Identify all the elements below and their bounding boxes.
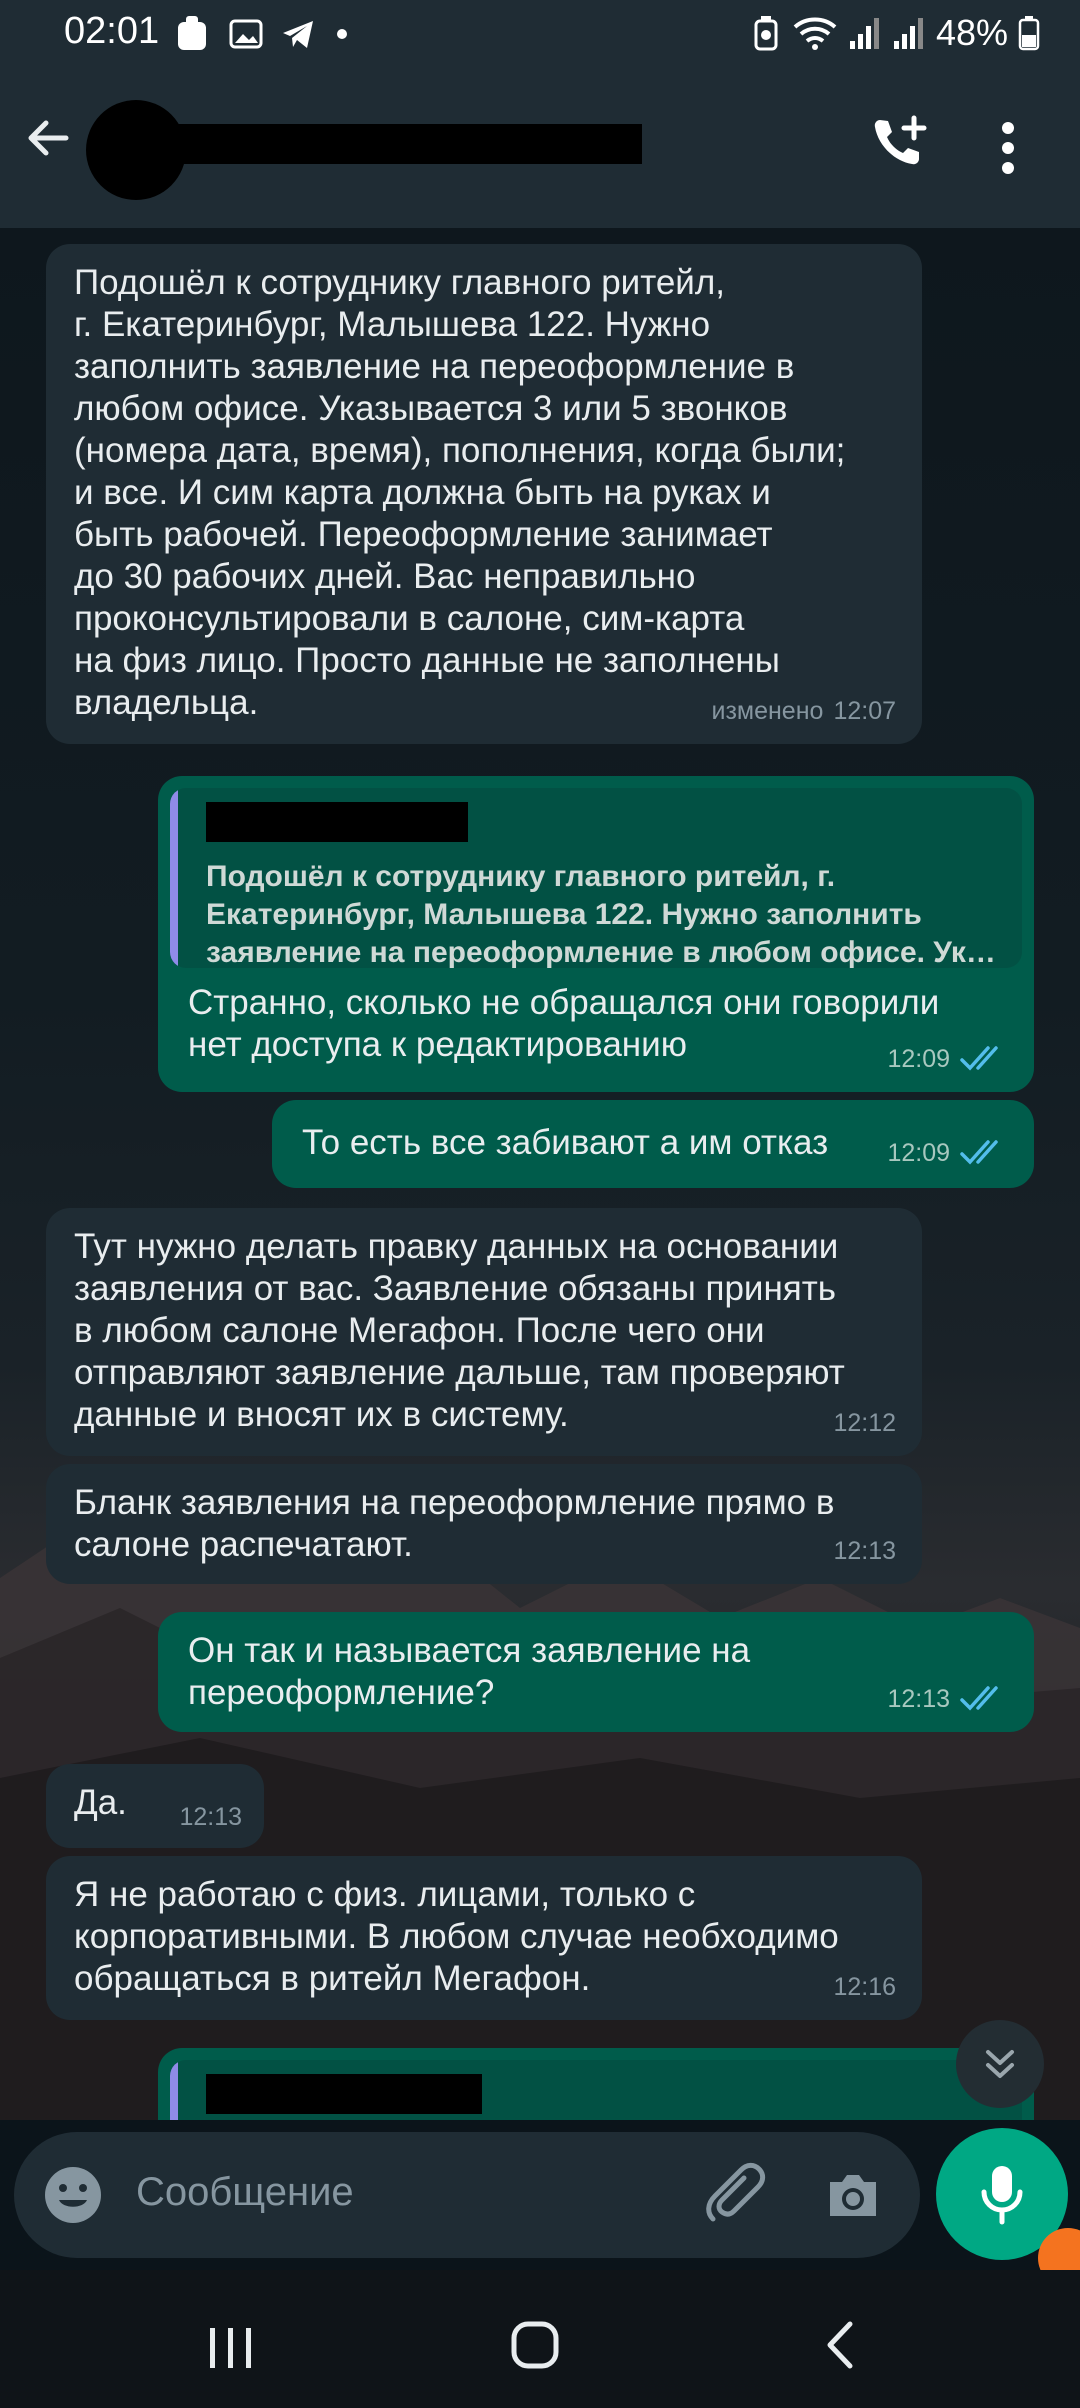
message-incoming[interactable]: Да. 12:13 <box>46 1764 264 1848</box>
emoji-icon[interactable] <box>42 2164 104 2226</box>
message-text: То есть все забивают а им отказ <box>302 1123 829 1162</box>
status-time: 02:01 <box>64 10 160 52</box>
home-icon[interactable] <box>510 2320 560 2370</box>
wifi-icon <box>793 17 837 50</box>
quoted-author-redacted <box>206 802 468 842</box>
chat-header <box>0 72 1080 228</box>
message-outgoing-partial[interactable] <box>158 2048 1034 2120</box>
message-meta: изменено 12:07 <box>711 690 896 732</box>
more-notifications-dot-icon <box>337 29 347 39</box>
message-text: Странно, сколько не обращался они говори… <box>188 983 940 1064</box>
quoted-message[interactable] <box>170 2060 1022 2120</box>
add-call-icon[interactable] <box>868 112 932 176</box>
message-meta: 12:13 <box>833 1530 896 1572</box>
message-incoming[interactable]: Я не работаю с физ. лицами, только с кор… <box>46 1856 922 2020</box>
message-incoming[interactable]: Подошёл к сотруднику главного ритейл, г.… <box>46 244 922 744</box>
message-time: 12:13 <box>887 1685 950 1713</box>
battery-saver-icon <box>754 16 778 51</box>
signal-icon-1 <box>849 18 879 49</box>
message-time: 12:13 <box>179 1803 242 1831</box>
quoted-message[interactable]: Подошёл к сотруднику главного ритейл, г.… <box>170 788 1022 968</box>
message-meta: 12:16 <box>833 1966 896 2008</box>
edited-label: изменено <box>711 697 824 725</box>
message-time: 12:09 <box>887 1139 950 1167</box>
battery-percent: 48% <box>935 12 1008 53</box>
camera-icon[interactable] <box>822 2164 884 2226</box>
message-text: Он так и называется заявление на переофо… <box>188 1631 751 1712</box>
mic-icon <box>981 2166 1023 2225</box>
status-notification-icons <box>172 14 352 54</box>
quoted-author-redacted <box>206 2074 482 2114</box>
message-composer: Сообщение <box>14 2132 920 2258</box>
read-double-check-icon <box>960 1046 998 1071</box>
nav-back-icon[interactable] <box>820 2318 860 2372</box>
message-input[interactable]: Сообщение <box>136 2170 354 2215</box>
message-outgoing-reply[interactable]: Подошёл к сотруднику главного ритейл, г.… <box>158 776 1034 1092</box>
recent-apps-icon[interactable] <box>206 2324 256 2372</box>
message-time: 12:07 <box>833 697 896 725</box>
more-vert-icon[interactable] <box>998 120 1018 176</box>
message-outgoing[interactable]: То есть все забивают а им отказ 12:09 <box>272 1100 1034 1188</box>
message-time: 12:12 <box>833 1409 896 1437</box>
message-incoming[interactable]: Бланк заявления на переоформление прямо … <box>46 1464 922 1584</box>
message-meta: 12:12 <box>833 1402 896 1444</box>
contact-name-redacted[interactable] <box>150 124 642 164</box>
read-double-check-icon <box>960 1140 998 1165</box>
signal-icon-2 <box>893 18 923 49</box>
quote-accent-bar <box>170 2060 178 2120</box>
attach-icon[interactable] <box>698 2160 768 2230</box>
status-right: 48% <box>750 12 1040 54</box>
double-chevron-down-icon <box>986 2050 1014 2078</box>
scroll-to-bottom-button[interactable] <box>956 2020 1044 2108</box>
quoted-text: Подошёл к сотруднику главного ритейл, г.… <box>206 860 996 968</box>
message-outgoing[interactable]: Он так и называется заявление на переофо… <box>158 1612 1034 1732</box>
chat-background: Подошёл к сотруднику главного ритейл, г.… <box>0 228 1080 2120</box>
read-double-check-icon <box>960 1686 998 1711</box>
message-time: 12:13 <box>833 1537 896 1565</box>
system-navigation-bar <box>0 2270 1080 2408</box>
telegram-icon <box>283 21 313 48</box>
message-text: Тут нужно делать правку данных на основа… <box>74 1227 845 1434</box>
back-arrow-icon[interactable] <box>22 112 74 164</box>
gallery-icon <box>229 19 263 49</box>
message-text: Бланк заявления на переоформление прямо … <box>74 1483 835 1564</box>
message-text: Да. <box>74 1783 127 1822</box>
message-meta: 12:13 <box>179 1796 242 1838</box>
quote-accent-bar <box>170 788 178 968</box>
message-text: Я не работаю с физ. лицами, только с кор… <box>74 1875 839 1998</box>
message-text: Подошёл к сотруднику главного ритейл, г.… <box>74 263 846 722</box>
message-meta: 12:09 <box>887 1132 1008 1174</box>
message-time: 12:16 <box>833 1973 896 2001</box>
message-time: 12:09 <box>887 1045 950 1073</box>
message-meta: 12:13 <box>887 1678 1008 1720</box>
notification-app-icon <box>178 16 206 50</box>
message-incoming[interactable]: Тут нужно делать правку данных на основа… <box>46 1208 922 1456</box>
battery-icon <box>1018 16 1040 51</box>
message-meta: 12:09 <box>887 1038 1008 1080</box>
status-bar: 02:01 48% <box>0 0 1080 72</box>
